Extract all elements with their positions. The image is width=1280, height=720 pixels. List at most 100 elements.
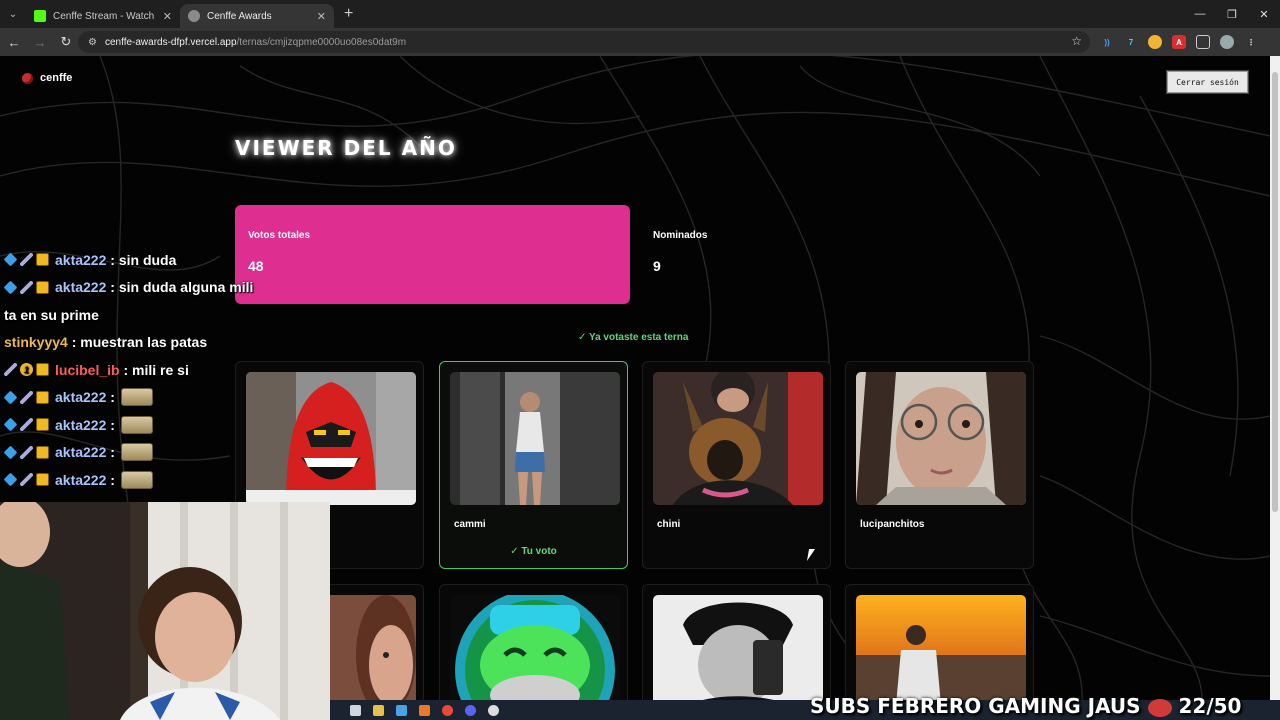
file-explorer-icon[interactable] <box>373 704 384 716</box>
close-tab-icon[interactable]: ✕ <box>163 10 172 23</box>
close-tab-icon[interactable]: ✕ <box>317 10 326 23</box>
scrollbar-thumb[interactable] <box>1272 72 1278 512</box>
crown-badge-icon <box>36 363 49 377</box>
already-voted-notice: ✓ Ya votaste esta terna <box>578 332 689 343</box>
crown-badge-icon <box>36 473 49 487</box>
sword-badge-icon <box>4 363 17 377</box>
nominee-name: chini <box>657 519 681 530</box>
chat-badges <box>3 417 49 432</box>
chat-text: ta en su prime <box>4 306 99 323</box>
url-path: /ternas/cmjizqpme0000uo08es0dat9m <box>236 36 407 48</box>
tab-title: Cenffe Stream - Watch Live on <box>53 10 157 22</box>
sub-one-badge-icon: 1 <box>20 363 33 377</box>
chat-username: akta222 <box>55 389 107 406</box>
discord-icon[interactable] <box>465 704 476 716</box>
subs-goal-overlay: SUBS FEBRERO GAMING JAUS 22/50 <box>810 694 1241 718</box>
profile-avatar-icon[interactable] <box>1220 35 1234 49</box>
chat-badges <box>3 472 49 487</box>
new-tab-icon[interactable]: + <box>344 5 353 23</box>
chat-badges <box>3 390 49 405</box>
browser-tab-bar: ⌄ Cenffe Stream - Watch Live on ✕ Cenffe… <box>0 0 1280 28</box>
mascot-icon <box>1147 698 1172 717</box>
crown-badge-icon <box>36 445 49 459</box>
app-icon[interactable] <box>396 704 407 716</box>
site-logo[interactable]: cenffe <box>22 72 72 84</box>
back-icon[interactable]: ← <box>2 28 26 56</box>
logout-button[interactable]: Cerrar sesión <box>1167 71 1248 93</box>
cube-badge-icon <box>3 280 18 295</box>
nominee-photo <box>450 595 620 715</box>
extensions-puzzle-icon[interactable] <box>1196 35 1210 49</box>
extension-7tv-icon[interactable]: 7 <box>1124 35 1138 49</box>
chat-username: akta222 <box>55 471 107 488</box>
your-vote-label: ✓ Tu voto <box>510 546 557 557</box>
chat-text: : muestran las patas <box>71 334 208 351</box>
chat-text: : <box>110 389 115 406</box>
nominee-photo <box>856 372 1026 505</box>
nominee-name: lucipanchitos <box>860 519 925 530</box>
sword-badge-icon <box>20 390 33 404</box>
close-window-icon[interactable]: ✕ <box>1248 0 1280 28</box>
tab-title: Cenffe Awards <box>207 10 272 22</box>
chat-message: akta222 : <box>3 411 334 439</box>
cube-badge-icon <box>3 417 18 432</box>
chat-badges: 1 <box>4 363 49 377</box>
stream-chat-overlay: akta222 : sin duda akta222 : sin duda al… <box>3 246 334 494</box>
chat-message: 1 lucibel_ib : mili re si <box>4 356 334 384</box>
nominee-photo <box>450 372 620 505</box>
crown-badge-icon <box>36 390 49 404</box>
nominees-label: Nominados <box>653 230 708 241</box>
chrome-icon[interactable] <box>442 704 453 716</box>
kick-icon <box>34 10 46 22</box>
chat-text: : <box>110 471 115 488</box>
chat-username: lucibel_ib <box>55 361 120 378</box>
extension-wave-icon[interactable]: )) <box>1100 35 1114 49</box>
nominee-card[interactable]: chini <box>642 361 831 569</box>
reload-icon[interactable]: ↻ <box>54 28 78 56</box>
nominee-name: cammi <box>454 519 486 530</box>
emote-icon <box>120 415 153 434</box>
total-votes-label: Votos totales <box>248 230 311 241</box>
forward-icon[interactable]: → <box>28 28 52 56</box>
chat-message: akta222 : sin duda alguna mili <box>3 274 334 302</box>
nominee-card-selected[interactable]: cammi ✓ Tu voto <box>439 361 628 569</box>
crown-badge-icon <box>36 280 49 294</box>
extension-duck-icon[interactable] <box>1148 35 1162 49</box>
nominee-card[interactable]: lucipanchitos <box>845 361 1034 569</box>
site-info-icon[interactable]: ⚙ <box>88 37 97 48</box>
restore-icon[interactable]: ❐ <box>1216 0 1248 28</box>
minimize-icon[interactable]: — <box>1184 0 1216 28</box>
chat-badges <box>3 445 49 460</box>
tab-cenffe-awards[interactable]: Cenffe Awards ✕ <box>180 4 334 28</box>
cube-badge-icon <box>3 472 18 487</box>
nominees-card: Nominados 9 <box>640 205 1035 304</box>
adblock-icon[interactable]: A <box>1172 35 1186 49</box>
obs-icon[interactable] <box>488 704 499 716</box>
chat-username: stinkyyy4 <box>4 334 68 351</box>
taskview-icon[interactable] <box>350 704 361 716</box>
chat-text: : mili re si <box>123 361 189 378</box>
cenffe-logo-icon <box>22 72 33 84</box>
chat-text: : <box>110 444 115 461</box>
streamer-webcam <box>0 502 330 720</box>
sword-badge-icon <box>20 280 33 294</box>
chat-text: : <box>110 416 115 433</box>
nominee-card[interactable] <box>642 584 831 715</box>
chat-badges <box>3 252 49 267</box>
screen: ⌄ Cenffe Stream - Watch Live on ✕ Cenffe… <box>0 0 1280 720</box>
browser-menu-icon[interactable]: ⋮ <box>1244 35 1258 49</box>
emote-icon <box>120 470 153 489</box>
sword-badge-icon <box>20 253 33 267</box>
nominee-card[interactable] <box>439 584 628 715</box>
bookmark-star-icon[interactable]: ☆ <box>1071 34 1082 48</box>
category-title: VIEWER DEL AÑO <box>235 136 457 160</box>
tab-cenffe-stream[interactable]: Cenffe Stream - Watch Live on ✕ <box>26 4 180 28</box>
address-bar[interactable]: ⚙ cenffe-awards-dfpf.vercel.app/ternas/c… <box>78 31 1090 53</box>
page-scrollbar[interactable] <box>1270 56 1280 720</box>
tab-search-icon[interactable]: ⌄ <box>0 0 26 28</box>
chat-message: akta222 : <box>3 466 334 494</box>
sword-badge-icon <box>20 473 33 487</box>
subs-goal-label: SUBS FEBRERO GAMING JAUS <box>810 694 1141 718</box>
chat-username: akta222 <box>55 251 107 268</box>
app-icon[interactable] <box>419 704 430 716</box>
